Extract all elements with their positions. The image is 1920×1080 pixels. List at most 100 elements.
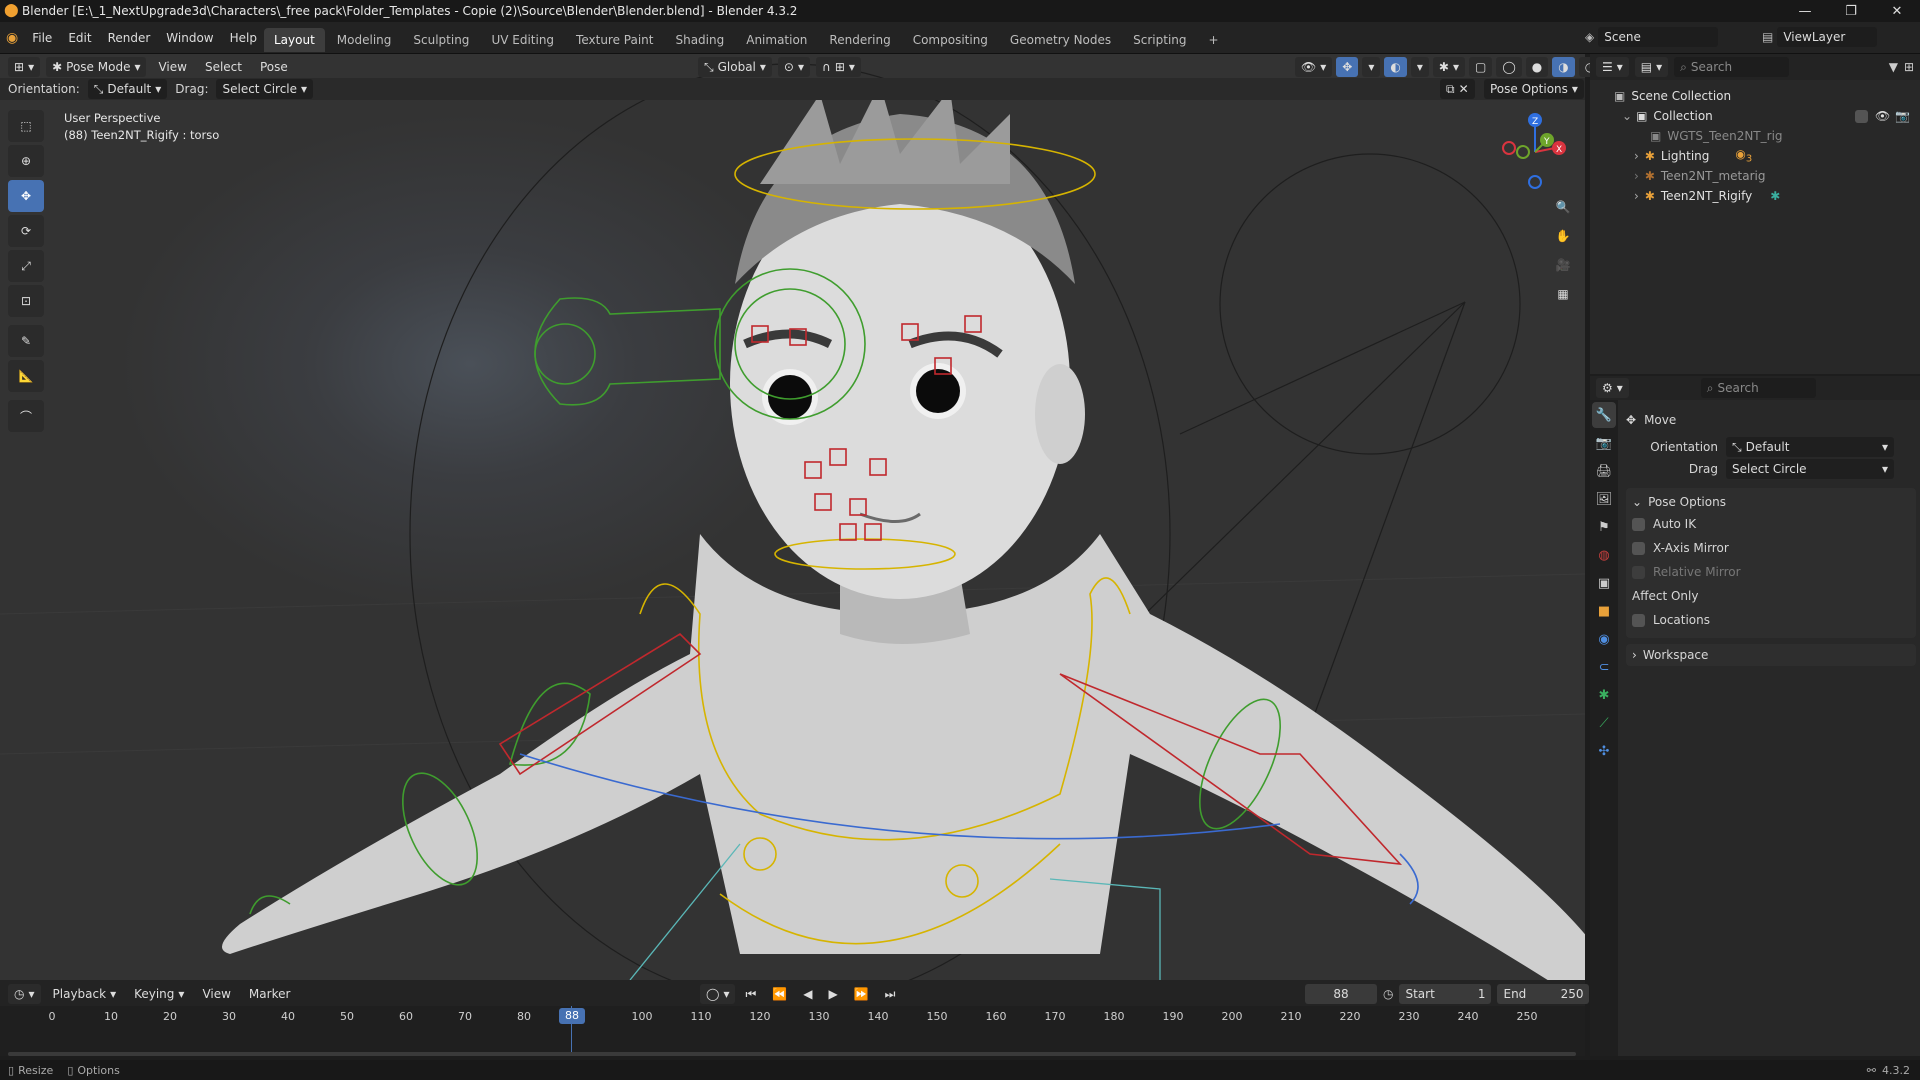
start-frame-field[interactable]: Start 1 [1399,984,1492,1004]
tab-tool-icon[interactable]: 🔧 [1592,402,1616,428]
shading-solid[interactable]: ● [1525,57,1549,77]
zoom-icon[interactable]: 🔍 [1550,194,1576,220]
tab-view-layer-icon[interactable]: 🖼 [1592,486,1616,512]
pose-options-header[interactable]: ⌄ Pose Options [1632,492,1910,512]
expand-right-icon[interactable]: › [1634,189,1639,203]
jump-keyframe-back-icon[interactable]: ⏪ [766,984,793,1004]
tab-uv-editing[interactable]: UV Editing [481,28,564,52]
tab-scene-icon[interactable]: ⚑ [1592,514,1616,540]
viewlayer-selector[interactable]: ▤ ViewLayer [1762,27,1878,47]
outliner-row-rigify[interactable]: › ✱ Teen2NT_Rigify ✱ [1614,186,1920,206]
locations-option[interactable]: Locations [1632,608,1910,632]
tab-texture-paint[interactable]: Texture Paint [566,28,663,52]
blender-menu-icon[interactable]: ◉ [6,30,18,46]
tool-transform[interactable]: ⊡ [8,285,44,317]
tab-bone-icon[interactable]: ⟋ [1592,710,1616,736]
outliner-row-wgts[interactable]: ▣ WGTS_Teen2NT_rig [1614,126,1920,146]
tab-sculpting[interactable]: Sculpting [403,28,479,52]
menu-pose[interactable]: Pose [254,57,294,77]
visibility-dropdown[interactable]: 👁 ▾ [1295,57,1333,77]
orientation-dropdown[interactable]: ⤡ Default ▾ [87,79,168,99]
auto-keying-toggle[interactable]: ◯ ▾ [700,984,736,1004]
tool-scale[interactable]: ⤢ [8,250,44,282]
camera-view-icon[interactable]: 🎥 [1550,252,1576,278]
menu-keying[interactable]: Keying ▾ [128,984,190,1004]
tab-rendering[interactable]: Rendering [819,28,900,52]
expand-right-icon[interactable]: › [1634,169,1639,183]
end-frame-field[interactable]: End 250 [1497,984,1590,1004]
render-camera-icon[interactable]: 📷 [1895,109,1910,123]
pan-hand-icon[interactable]: ✋ [1550,223,1576,249]
3d-viewport[interactable]: User Perspective (88) Teen2NT_Rigify : t… [0,54,1585,980]
outliner-row-lighting[interactable]: › ✱ Lighting ◉3 [1614,146,1920,166]
gizmo-dropdown[interactable]: ▾ [1362,57,1381,77]
xray-toggle[interactable]: ▢ [1468,57,1493,77]
tab-bone-constraints-icon[interactable]: ✣ [1592,738,1616,764]
menu-view[interactable]: View [152,57,192,77]
tab-layout[interactable]: Layout [264,28,325,52]
menu-edit[interactable]: Edit [60,27,99,49]
locations-checkbox[interactable] [1632,613,1645,627]
add-workspace-button[interactable]: + [1199,28,1229,52]
x-axis-mirror-option[interactable]: X-Axis Mirror [1632,536,1910,560]
tab-shading[interactable]: Shading [665,28,734,52]
mode-dropdown[interactable]: ✱ Pose Mode ▾ [46,57,147,77]
menu-window[interactable]: Window [158,27,221,49]
outliner-row-scene-collection[interactable]: ▣ Scene Collection [1614,86,1920,106]
close-button[interactable]: ✕ [1874,0,1920,22]
tool-relax[interactable]: ⌒ [8,400,44,432]
outliner-row-collection[interactable]: ⌄ ▣ Collection 👁 📷 [1614,106,1920,126]
menu-help[interactable]: Help [222,27,265,49]
tab-output-icon[interactable]: 🖨 [1592,458,1616,484]
timeline-editor-type[interactable]: ◷ ▾ [8,984,41,1004]
navigation-gizmo[interactable]: Z Y X [1495,110,1575,190]
tool-select-box[interactable]: ⬚ [8,110,44,142]
timeline-scrollbar[interactable] [8,1052,1576,1056]
overlay-dropdown[interactable]: ▾ [1410,57,1429,77]
current-frame-field[interactable]: 88 [1305,984,1377,1004]
tab-modifiers-icon[interactable]: ◉ [1592,626,1616,652]
display-mode-dropdown[interactable]: ▤ ▾ [1634,57,1669,77]
scene-name-field[interactable]: Scene [1598,27,1719,47]
workspace-panel-header[interactable]: › Workspace [1626,644,1916,666]
tab-world-icon[interactable]: ◍ [1592,542,1616,568]
pose-options-dropdown[interactable]: Pose Options ▾ [1484,79,1584,99]
preview-range-icon[interactable]: ◷ [1383,987,1393,1001]
menu-playback[interactable]: Playback ▾ [47,984,123,1004]
expand-down-icon[interactable]: ⌄ [1622,109,1632,123]
tool-move[interactable]: ✥ [8,180,44,212]
drag-dropdown[interactable]: Select Circle ▾ [216,79,314,99]
outliner-row-metarig[interactable]: › ✱ Teen2NT_metarig [1614,166,1920,186]
tool-cursor[interactable]: ⊕ [8,145,44,177]
gizmo-toggle[interactable]: ✥ [1336,57,1359,77]
tab-modeling[interactable]: Modeling [327,28,402,52]
tab-scripting[interactable]: Scripting [1123,28,1196,52]
playhead[interactable]: 88 [559,1008,585,1024]
tab-render-icon[interactable]: 📷 [1592,430,1616,456]
jump-end-icon[interactable]: ⏭ [879,984,902,1004]
tab-collection-icon[interactable]: ▣ [1592,570,1616,596]
transform-orientation-dropdown[interactable]: ⤡ Global ▾ [698,57,772,77]
shading-material[interactable]: ◑ [1552,57,1575,77]
outliner-editor-type[interactable]: ☰ ▾ [1596,57,1629,77]
tab-compositing[interactable]: Compositing [903,28,998,52]
play-reverse-icon[interactable]: ◀ [797,984,818,1004]
menu-timeline-view[interactable]: View [196,984,236,1004]
tab-object-icon[interactable]: ■ [1592,598,1616,624]
exclude-checkbox[interactable] [1855,109,1868,123]
new-collection-icon[interactable]: ⊞ [1904,60,1914,74]
viewlayer-name-field[interactable]: ViewLayer [1777,27,1878,47]
properties-drag-dropdown[interactable]: Select Circle ▾ [1726,459,1894,479]
properties-editor-type[interactable]: ⚙ ▾ [1596,378,1629,398]
bone-overlay-toggle[interactable]: ✱ ▾ [1432,57,1465,77]
play-icon[interactable]: ▶ [822,984,843,1004]
auto-ik-checkbox[interactable] [1632,517,1645,531]
jump-keyframe-forward-icon[interactable]: ⏩ [848,984,875,1004]
tab-geometry-nodes[interactable]: Geometry Nodes [1000,28,1121,52]
x-axis-mirror-checkbox[interactable] [1632,541,1645,555]
xray-small-toggle[interactable]: ⧉ ✕ [1440,79,1475,99]
overlay-toggle[interactable]: ◐ [1384,57,1407,77]
menu-render[interactable]: Render [100,27,159,49]
tool-rotate[interactable]: ⟳ [8,215,44,247]
maximize-button[interactable]: ❐ [1828,0,1874,22]
